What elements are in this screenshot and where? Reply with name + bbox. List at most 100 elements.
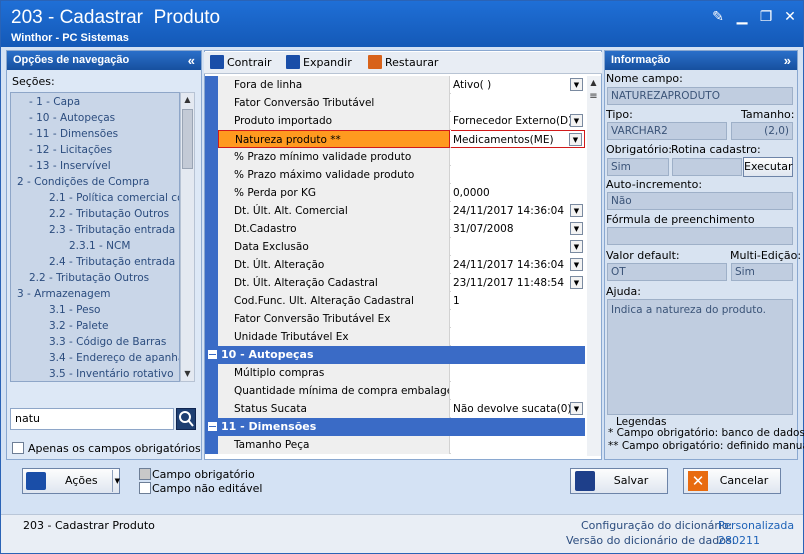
dropdown-arrow-icon[interactable]: ▼ [570, 402, 583, 415]
grid-row-value[interactable]: ▼ [451, 238, 585, 256]
dropdown-arrow-icon[interactable]: ▼ [570, 222, 583, 235]
dropdown-arrow-icon[interactable]: ▼ [570, 204, 583, 217]
minimize-icon[interactable]: ▁ [735, 10, 749, 24]
size-value: (2,0) [731, 122, 793, 140]
routine-label: Rotina cadastro: [671, 143, 761, 156]
grid-row[interactable]: Data Exclusão ▼ [205, 238, 585, 256]
grid-row[interactable]: Dt. Últ. Alt. Comercial 24/11/2017 14:36:… [205, 202, 585, 220]
close-icon[interactable]: ✕ [783, 10, 797, 24]
section-search-input[interactable]: natu [10, 408, 174, 430]
dict-config-label: Configuração do dicionário: [581, 519, 733, 532]
tree-item[interactable]: 3.1 - Peso [49, 302, 100, 318]
collapse-left-icon[interactable]: « [188, 51, 195, 70]
tree-item[interactable]: 2.3 - Tributação entrada [49, 222, 175, 238]
dropdown-arrow-icon[interactable]: ▼ [570, 276, 583, 289]
type-label: Tipo: [606, 108, 633, 121]
grid-row[interactable]: Fator Conversão Tributável [205, 94, 585, 112]
dropdown-arrow-icon[interactable]: ▼ [570, 114, 583, 127]
tree-item[interactable]: 2.2 - Tributação Outros [29, 270, 149, 286]
grid-row-value[interactable] [451, 94, 585, 112]
sections-tree[interactable]: - 1 - Capa - 10 - Autopeças - 11 - Dimensõ… [10, 92, 180, 382]
tree-item[interactable]: 2.2 - Tributação Outros [49, 206, 169, 222]
grid-row[interactable]: Fator Conversão Tributável Ex [205, 310, 585, 328]
grid-category[interactable]: 10 - Autopeças [205, 346, 585, 364]
only-required-checkbox[interactable] [12, 442, 24, 454]
grid-row[interactable]: Natureza produto ** Medicamentos(ME) ▼ [205, 130, 585, 148]
required-legend-label: Campo obrigatório [152, 468, 255, 481]
restore-button[interactable]: Restaurar [368, 55, 438, 71]
row-band [205, 112, 218, 130]
tree-item[interactable]: 3.2 - Palete [49, 318, 108, 334]
grid-row-value[interactable]: Não devolve sucata(0) ▼ [451, 400, 585, 418]
grid-row-value-text: Fornecedor Externo(D) [453, 115, 573, 127]
tree-scrollbar[interactable]: ▲ ▼ [180, 92, 195, 382]
dropdown-arrow-icon[interactable]: ▼ [570, 258, 583, 271]
scroll-up-icon[interactable]: ▲ [181, 93, 194, 107]
grid-row-value[interactable]: 24/11/2017 14:36:04 ▼ [451, 202, 585, 220]
grid-row[interactable]: % Prazo máximo validade produto [205, 166, 585, 184]
collapse-category-icon[interactable] [208, 422, 217, 431]
grid-scroll-thumb[interactable]: ≡ [587, 90, 600, 104]
tree-item[interactable]: 3.4 - Endereço de apanha [49, 350, 179, 366]
expand-button[interactable]: Expandir [286, 55, 352, 71]
grid-row-value[interactable]: Fornecedor Externo(D) ▼ [451, 112, 585, 130]
tree-item[interactable]: - 13 - Inservível [29, 158, 111, 174]
dropdown-arrow-icon[interactable]: ▼ [570, 78, 583, 91]
tree-item[interactable]: - 11 - Dimensões [29, 126, 118, 142]
tree-item[interactable]: 3 - Armazenagem [17, 286, 111, 302]
tree-item[interactable]: - 10 - Autopeças [29, 110, 115, 126]
grid-category-label: 11 - Dimensões [221, 420, 317, 433]
grid-row-value[interactable]: 1 [451, 292, 585, 310]
grid-row[interactable]: Dt. Últ. Alteração 24/11/2017 14:36:04 ▼ [205, 256, 585, 274]
grid-row[interactable]: Múltiplo compras [205, 364, 585, 382]
row-band [205, 220, 218, 238]
grid-row[interactable]: % Prazo mínimo validade produto [205, 148, 585, 166]
dropdown-arrow-icon[interactable]: ▼ [569, 133, 582, 146]
grid-row[interactable]: Dt. Últ. Alteração Cadastral 23/11/2017 1… [205, 274, 585, 292]
search-button[interactable] [176, 408, 196, 430]
tree-item[interactable]: 2.1 - Política comercial comp [49, 190, 179, 206]
grid-row[interactable]: Dt.Cadastro 31/07/2008 ▼ [205, 220, 585, 238]
grid-scroll-up-icon[interactable]: ▲ [587, 76, 600, 90]
grid-row-value[interactable] [451, 310, 585, 328]
grid-row-value[interactable]: 0,0000 [451, 184, 585, 202]
grid-row-value[interactable]: 31/07/2008 ▼ [451, 220, 585, 238]
grid-row-value[interactable] [451, 364, 585, 382]
dropdown-arrow-icon[interactable]: ▼ [570, 240, 583, 253]
grid-row[interactable]: Status Sucata Não devolve sucata(0) ▼ [205, 400, 585, 418]
grid-row[interactable]: Cod.Func. Ult. Alteração Cadastral 1 [205, 292, 585, 310]
tree-item[interactable]: 2.4 - Tributação entrada In [49, 254, 179, 270]
grid-row-value[interactable]: Medicamentos(ME) ▼ [451, 130, 585, 148]
grid-row-value[interactable] [451, 148, 585, 166]
grid-row[interactable]: Quantidade mínima de compra embalagem do [205, 382, 585, 400]
grid-row-value[interactable]: 24/11/2017 14:36:04 ▼ [451, 256, 585, 274]
tree-item[interactable]: 3.3 - Código de Barras [49, 334, 166, 350]
scroll-thumb[interactable] [182, 109, 193, 169]
grid-row-value[interactable]: Ativo( ) ▼ [451, 76, 585, 94]
tree-item[interactable]: - 12 - Licitações [29, 142, 112, 158]
grid-row-value[interactable] [451, 328, 585, 346]
grid-row-value[interactable] [451, 382, 585, 400]
scroll-down-icon[interactable]: ▼ [181, 367, 194, 381]
tree-item[interactable]: 3.5 - Inventário rotativo [49, 366, 174, 381]
tree-item[interactable]: - 1 - Capa [29, 94, 80, 110]
grid-row-value[interactable] [451, 166, 585, 184]
grid-row[interactable]: Unidade Tributável Ex [205, 328, 585, 346]
grid-row[interactable]: Produto importado Fornecedor Externo(D) ▼ [205, 112, 585, 130]
grid-row[interactable]: Tamanho Peça [205, 436, 585, 454]
grid-row[interactable]: % Perda por KG 0,0000 [205, 184, 585, 202]
grid-scrollbar[interactable]: ▲ ≡ [587, 76, 601, 456]
edit-icon[interactable]: ✎ [711, 10, 725, 24]
grid-row[interactable]: Fora de linha Ativo( ) ▼ [205, 76, 585, 94]
tree-item[interactable]: 2.3.1 - NCM [69, 238, 130, 254]
collapse-right-icon[interactable]: » [784, 51, 791, 70]
grid-category[interactable]: 11 - Dimensões [205, 418, 585, 436]
actions-dropdown-icon[interactable]: ▼ [112, 470, 120, 492]
tree-item[interactable]: 2 - Condições de Compra [17, 174, 149, 190]
grid-row-value[interactable]: 23/11/2017 11:48:54 ▼ [451, 274, 585, 292]
maximize-icon[interactable]: ❐ [759, 10, 773, 24]
grid-row-value[interactable] [451, 436, 585, 454]
collapse-button[interactable]: Contrair [210, 55, 272, 71]
execute-button[interactable]: Executar [743, 157, 793, 177]
collapse-category-icon[interactable] [208, 350, 217, 359]
